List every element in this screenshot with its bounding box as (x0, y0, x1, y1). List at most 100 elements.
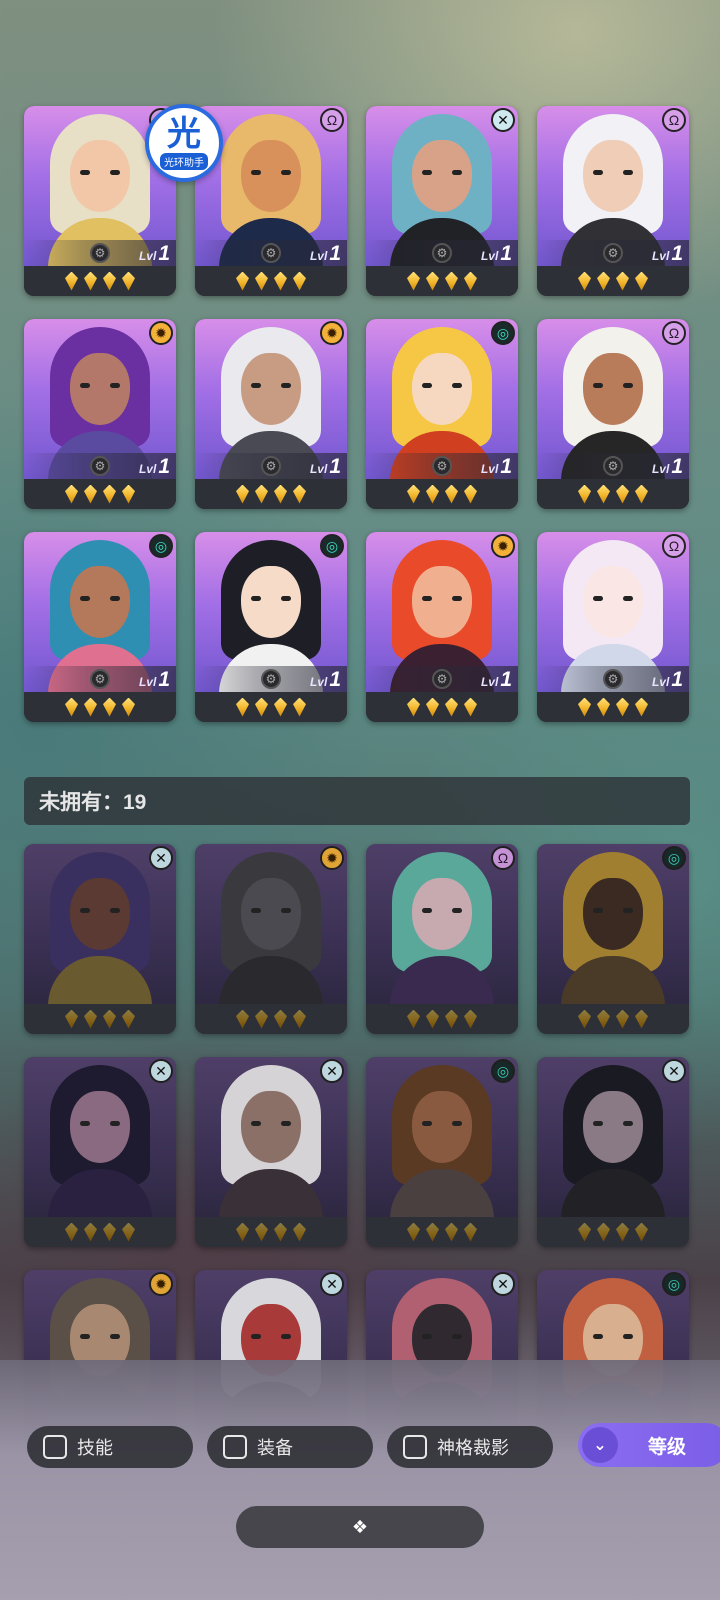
star-icon (103, 484, 116, 504)
hero-level-row: ⚙ Lvl 1 (537, 666, 689, 692)
equipment-slot-icon[interactable]: ⚙ (261, 243, 281, 263)
star-icon (616, 1222, 629, 1242)
unowned-hero-card[interactable]: ✕ (24, 1057, 176, 1247)
owned-hero-card[interactable]: ◎ ⚙ Lvl 1 (24, 532, 176, 722)
star-icon (236, 484, 249, 504)
hero-star-rating (366, 692, 518, 722)
hero-level: Lvl 1 (652, 242, 683, 266)
owned-hero-card[interactable]: ◎ ⚙ Lvl 1 (366, 319, 518, 509)
portrait-shape (452, 1121, 462, 1126)
level-label: Lvl (651, 249, 670, 263)
portrait-shape (412, 878, 472, 950)
filter-skill[interactable]: 技能 (27, 1426, 193, 1468)
equipment-slot-icon[interactable]: ⚙ (261, 669, 281, 689)
equipment-slot-icon[interactable]: ⚙ (261, 456, 281, 476)
unowned-hero-card[interactable]: ✕ (24, 844, 176, 1034)
hero-star-rating (366, 479, 518, 509)
star-icon (255, 1222, 268, 1242)
portrait-shape (251, 908, 261, 913)
rose-class-icon: Ω (662, 108, 686, 132)
star-icon (407, 697, 420, 717)
equipment-slot-icon[interactable]: ⚙ (603, 243, 623, 263)
star-icon (578, 1222, 591, 1242)
owned-hero-card[interactable]: ✕ ⚙ Lvl 1 (366, 106, 518, 296)
equipment-slot-icon[interactable]: ⚙ (432, 456, 452, 476)
checkbox-icon[interactable] (43, 1435, 67, 1459)
equipment-slot-icon[interactable]: ⚙ (90, 456, 110, 476)
filter-equipment[interactable]: 装备 (207, 1426, 373, 1468)
unowned-hero-card[interactable]: ✹ (195, 844, 347, 1034)
filter-divinity[interactable]: 神格裁影 (387, 1426, 553, 1468)
level-number: 1 (329, 242, 341, 265)
star-icon (597, 1009, 610, 1029)
portrait-shape (80, 1334, 90, 1339)
portrait-shape (452, 1334, 462, 1339)
portrait-shape (593, 596, 603, 601)
star-icon (65, 1009, 78, 1029)
star-icon (407, 1009, 420, 1029)
portrait-shape (422, 1121, 432, 1126)
star-icon (255, 1009, 268, 1029)
checkbox-icon[interactable] (223, 1435, 247, 1459)
hero-level-row: ⚙ Lvl 1 (366, 240, 518, 266)
hero-star-rating (366, 266, 518, 296)
level-label: Lvl (309, 675, 328, 689)
star-icon (597, 697, 610, 717)
equipment-slot-icon[interactable]: ⚙ (603, 456, 623, 476)
star-icon (103, 271, 116, 291)
portrait-shape (422, 908, 432, 913)
star-icon (445, 1222, 458, 1242)
equipment-slot-icon[interactable]: ⚙ (603, 669, 623, 689)
hero-star-rating (24, 479, 176, 509)
equipment-slot-icon[interactable]: ⚙ (432, 669, 452, 689)
owned-hero-card[interactable]: ◎ ⚙ Lvl 1 (195, 532, 347, 722)
equipment-slot-icon[interactable]: ⚙ (90, 243, 110, 263)
hero-level-row: ⚙ Lvl 1 (24, 240, 176, 266)
star-icon (426, 697, 439, 717)
unowned-hero-card[interactable]: ◎ (366, 1057, 518, 1247)
star-icon (236, 271, 249, 291)
hero-level: Lvl 1 (481, 242, 512, 266)
hero-star-rating (366, 1004, 518, 1034)
unowned-hero-card[interactable]: Ω (366, 844, 518, 1034)
star-icon (293, 1009, 306, 1029)
hero-level-row: ⚙ Lvl 1 (366, 666, 518, 692)
hero-portrait (195, 1057, 347, 1217)
halo-assistant-badge[interactable]: 光 光环助手 (145, 104, 223, 182)
star-icon (84, 1009, 97, 1029)
hero-level: Lvl 1 (481, 455, 512, 479)
portrait-shape (80, 1121, 90, 1126)
portrait-shape (412, 1091, 472, 1163)
owned-hero-card[interactable]: Ω ⚙ Lvl1 (537, 106, 689, 296)
rose-class-icon: Ω (320, 108, 344, 132)
level-number: 1 (671, 242, 683, 265)
owned-hero-card[interactable]: ✹ ⚙ Lvl 1 (195, 319, 347, 509)
cross-class-icon: ✕ (149, 1059, 173, 1083)
unowned-hero-card[interactable]: ✕ (195, 1057, 347, 1247)
star-icon (274, 484, 287, 504)
hero-level-row: ⚙ Lvl 1 (195, 453, 347, 479)
portrait-shape (593, 1121, 603, 1126)
checkbox-icon[interactable] (403, 1435, 427, 1459)
owned-hero-card[interactable]: Ω ⚙ Lvl1 (537, 532, 689, 722)
portrait-shape (281, 1334, 291, 1339)
unowned-hero-card[interactable]: ✕ (537, 1057, 689, 1247)
equipment-slot-icon[interactable]: ⚙ (90, 669, 110, 689)
owned-hero-card[interactable]: ✹ ⚙ Lvl 1 (24, 319, 176, 509)
cross-class-icon: ✕ (320, 1272, 344, 1296)
level-label: Lvl (138, 249, 157, 263)
sort-by-level-button[interactable]: ⌄ 等级 (578, 1423, 720, 1467)
portrait-shape (422, 383, 432, 388)
portrait-shape (241, 566, 301, 638)
cross-class-icon: ✕ (149, 846, 173, 870)
hero-level-row: ⚙ Lvl 1 (24, 666, 176, 692)
owned-hero-card[interactable]: Ω ⚙ Lvl1 (537, 319, 689, 509)
equipment-slot-icon[interactable]: ⚙ (432, 243, 452, 263)
owned-hero-card[interactable]: ✹ ⚙ Lvl 1 (366, 532, 518, 722)
level-label: Lvl (309, 249, 328, 263)
hero-figure (382, 1057, 502, 1217)
hero-level: Lvl 1 (652, 455, 683, 479)
bottom-sheet-handle[interactable]: ❖ (236, 1506, 484, 1548)
hero-figure (211, 1057, 331, 1217)
unowned-hero-card[interactable]: ◎ (537, 844, 689, 1034)
